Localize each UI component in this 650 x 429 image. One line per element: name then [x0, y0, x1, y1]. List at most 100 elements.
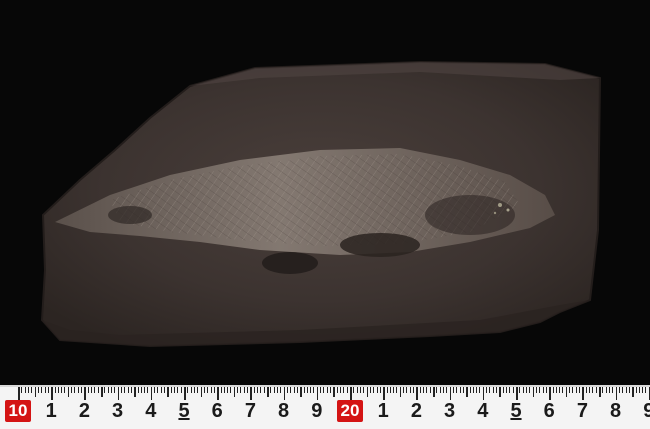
ruler-tick	[240, 387, 242, 393]
ruler-label: 8	[278, 400, 290, 422]
ruler-tick	[353, 387, 355, 393]
fossil-photo	[0, 0, 650, 385]
ruler-tick	[150, 387, 153, 400]
ruler-tick	[250, 387, 252, 400]
ruler-label: 1	[45, 400, 57, 422]
ruler-tick	[276, 387, 278, 393]
ruler-tick	[469, 387, 471, 393]
ruler-tick	[615, 387, 618, 400]
ruler-tick	[423, 387, 425, 393]
ruler-tick	[562, 387, 564, 393]
ruler-label: 3	[444, 400, 456, 422]
ruler-tick	[499, 387, 501, 397]
ruler-tick	[512, 387, 514, 393]
ruler-tick	[486, 387, 488, 393]
ruler-tick	[207, 387, 209, 393]
ruler-tick	[290, 387, 292, 393]
ruler-tick	[383, 387, 385, 400]
ruler-tick	[233, 387, 236, 397]
ruler-tick	[519, 387, 521, 393]
ruler-tick	[273, 387, 275, 393]
ruler-tick	[144, 387, 146, 393]
ruler-tick	[336, 387, 338, 393]
ruler-tick	[51, 387, 53, 400]
ruler-tick	[502, 387, 504, 393]
ruler-tick	[203, 387, 205, 393]
ruler-tick	[509, 387, 511, 393]
ruler-tick	[61, 387, 63, 393]
ruler-tick	[296, 387, 298, 393]
ruler-tick	[389, 387, 391, 393]
ruler-tick	[160, 387, 162, 393]
ruler-tick	[164, 387, 166, 393]
ruler-tick	[283, 387, 286, 400]
ruler-tick	[376, 387, 378, 393]
ruler-tick	[300, 387, 302, 397]
ruler-tick	[379, 387, 381, 393]
ruler-tick	[260, 387, 262, 393]
ruler-tick	[187, 387, 189, 393]
ruler-tick	[253, 387, 255, 393]
ruler-tick	[140, 387, 142, 393]
ruler-tick	[393, 387, 395, 393]
ruler-tick	[489, 387, 491, 393]
ruler-tick	[41, 387, 43, 393]
ruler-tick	[107, 387, 109, 393]
ruler-tick	[632, 387, 634, 397]
ruler-tick	[446, 387, 448, 393]
ruler-tick	[267, 387, 269, 397]
ruler-tick	[340, 387, 342, 393]
ruler-tick	[532, 387, 535, 397]
ruler-tick	[575, 387, 577, 393]
ruler-label: 20	[337, 400, 363, 422]
ruler-label: 3	[112, 400, 124, 422]
ruler-tick	[54, 387, 56, 393]
ruler-tick	[286, 387, 288, 393]
ruler-label: 9	[643, 400, 650, 422]
ruler-tick	[130, 387, 132, 393]
ruler-tick	[595, 387, 597, 393]
ruler-tick	[120, 387, 122, 393]
ruler-tick	[24, 387, 26, 393]
ruler-tick	[608, 387, 610, 393]
ruler-tick	[645, 387, 647, 393]
ruler-tick	[310, 387, 312, 393]
ruler-tick	[330, 387, 332, 393]
ruler-tick	[101, 387, 103, 397]
ruler-tick	[210, 387, 212, 393]
ruler-tick	[91, 387, 93, 393]
ruler-label: 2	[78, 400, 90, 422]
ruler-label: 5	[178, 400, 190, 422]
ruler-tick	[373, 387, 375, 393]
ruler-tick	[280, 387, 282, 393]
ruler-tick	[57, 387, 59, 393]
ruler-tick	[386, 387, 388, 393]
ruler-tick	[635, 387, 637, 393]
ruler-tick	[409, 387, 411, 393]
ruler-tick	[157, 387, 159, 393]
ruler-tick	[193, 387, 195, 393]
ruler-tick	[263, 387, 265, 393]
ruler-tick	[293, 387, 295, 393]
ruler-tick	[516, 387, 518, 400]
ruler-tick	[343, 387, 345, 393]
ruler-tick	[243, 387, 245, 393]
ruler-label: 1	[377, 400, 389, 422]
ruler-tick	[333, 387, 335, 397]
ruler-tick	[542, 387, 544, 393]
ruler-tick	[456, 387, 458, 393]
ruler-tick	[117, 387, 120, 400]
ruler-tick	[549, 387, 551, 400]
ruler-tick	[642, 387, 644, 393]
ruler-tick	[313, 387, 315, 393]
ruler-tick	[359, 387, 361, 393]
ruler-tick	[452, 387, 454, 393]
ruler-tick	[442, 387, 444, 393]
ruler-tick	[628, 387, 630, 393]
ruler-tick	[197, 387, 199, 393]
ruler-tick	[74, 387, 76, 393]
ruler-tick	[247, 387, 249, 393]
ruler-tick	[37, 387, 39, 393]
ruler-tick	[482, 387, 485, 400]
ruler-tick	[399, 387, 402, 397]
